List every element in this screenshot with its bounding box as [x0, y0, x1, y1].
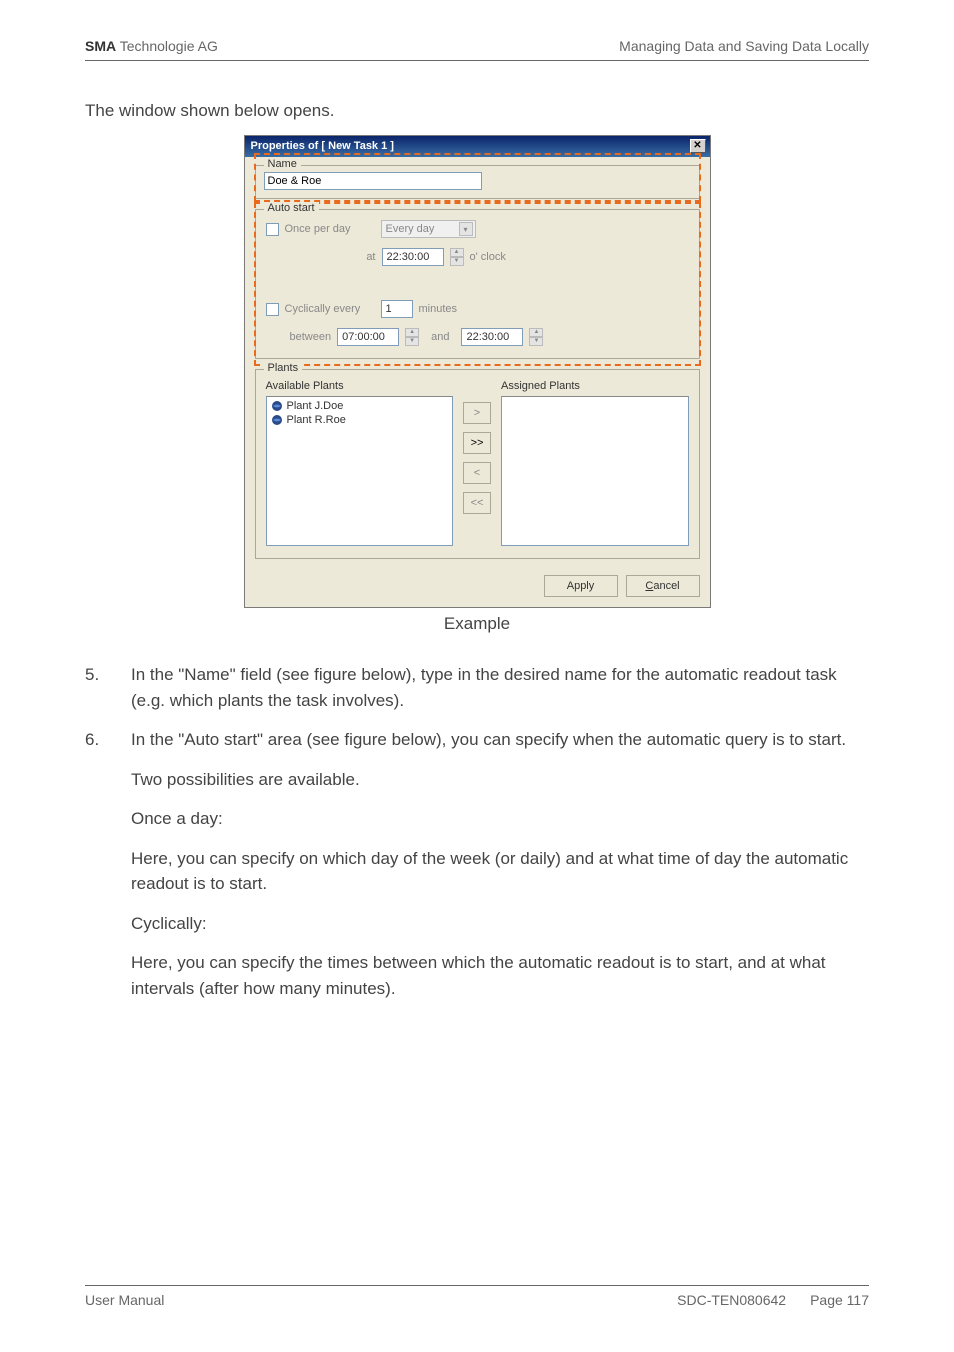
at-label: at [356, 251, 376, 263]
name-group-label: Name [264, 158, 301, 170]
minutes-label: minutes [419, 303, 458, 315]
name-group: Name [255, 165, 700, 199]
subheading-once: Once a day: [131, 806, 869, 832]
plant-icon [271, 414, 283, 426]
intro-text: The window shown below opens. [85, 101, 869, 121]
move-left-button[interactable]: < [463, 462, 491, 484]
footer-left: User Manual [85, 1292, 164, 1308]
cancel-button[interactable]: Cancel [626, 575, 700, 597]
oclock-label: o' clock [470, 251, 506, 263]
page-footer: User Manual SDC-TEN080642 Page 117 [85, 1285, 869, 1308]
footer-docid: SDC-TEN080642 [677, 1292, 786, 1308]
auto-start-group: Auto start Once per day Every day ▾ at [255, 209, 700, 359]
step-number: 6. [85, 727, 131, 753]
dialog-titlebar[interactable]: Properties of [ New Task 1 ] ✕ [245, 136, 710, 157]
chevron-down-icon: ▾ [459, 222, 473, 236]
step-text: In the "Auto start" area (see figure bel… [131, 727, 869, 753]
header-divider [85, 60, 869, 61]
close-icon[interactable]: ✕ [690, 139, 706, 153]
available-plants-listbox[interactable]: Plant J.Doe Plant R.Roe [266, 396, 454, 546]
step-6: 6. In the "Auto start" area (see figure … [85, 727, 869, 753]
body-paragraph: Here, you can specify the times between … [131, 950, 869, 1001]
move-all-right-button[interactable]: >> [463, 432, 491, 454]
body-paragraph: Two possibilities are available. [131, 767, 869, 793]
move-all-left-button[interactable]: << [463, 492, 491, 514]
page-header: SMA Technologie AG Managing Data and Sav… [85, 38, 869, 54]
day-select[interactable]: Every day ▾ [381, 220, 476, 238]
step-5: 5. In the "Name" field (see figure below… [85, 662, 869, 713]
auto-start-label: Auto start [264, 202, 319, 214]
task-name-input[interactable] [264, 172, 482, 190]
between-start-input[interactable] [337, 328, 399, 346]
step-text: In the "Name" field (see figure below), … [131, 662, 869, 713]
assigned-plants-listbox[interactable] [501, 396, 689, 546]
available-plants-label: Available Plants [266, 380, 454, 392]
once-per-day-checkbox[interactable] [266, 223, 279, 236]
plants-group-label: Plants [264, 362, 303, 374]
header-section: Managing Data and Saving Data Locally [619, 38, 869, 54]
footer-page: Page 117 [810, 1292, 869, 1308]
header-company: SMA Technologie AG [85, 38, 218, 54]
move-right-button[interactable]: > [463, 402, 491, 424]
properties-dialog: Properties of [ New Task 1 ] ✕ Name Auto… [244, 135, 711, 608]
list-item[interactable]: Plant J.Doe [269, 399, 451, 413]
dialog-title: Properties of [ New Task 1 ] [251, 140, 394, 152]
once-time-input[interactable] [382, 248, 444, 266]
apply-button[interactable]: Apply [544, 575, 618, 597]
cyclically-label: Cyclically every [285, 303, 375, 315]
and-label: and [431, 331, 449, 343]
assigned-plants-label: Assigned Plants [501, 380, 689, 392]
plant-icon [271, 400, 283, 412]
once-per-day-label: Once per day [285, 223, 375, 235]
subheading-cyclically: Cyclically: [131, 911, 869, 937]
plants-group: Plants Available Plants Plant J.Doe [255, 369, 700, 559]
between-end-input[interactable] [461, 328, 523, 346]
list-item[interactable]: Plant R.Roe [269, 413, 451, 427]
between-label: between [290, 331, 332, 343]
once-time-spinner[interactable]: ▲▼ [450, 248, 464, 266]
step-number: 5. [85, 662, 131, 713]
figure-caption: Example [444, 614, 510, 634]
cyclically-minutes-input[interactable] [381, 300, 413, 318]
cyclically-checkbox[interactable] [266, 303, 279, 316]
between-end-spinner[interactable]: ▲▼ [529, 328, 543, 346]
between-start-spinner[interactable]: ▲▼ [405, 328, 419, 346]
footer-divider [85, 1285, 869, 1286]
body-paragraph: Here, you can specify on which day of th… [131, 846, 869, 897]
